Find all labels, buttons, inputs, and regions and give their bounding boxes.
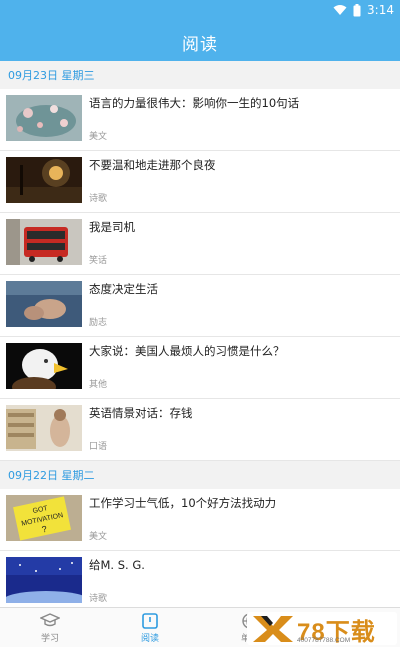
list-item[interactable]: 英语情景对话：存钱 口语 xyxy=(0,399,400,461)
list-item[interactable]: 我是司机 笑话 xyxy=(0,213,400,275)
tab-study[interactable]: 学习 xyxy=(0,608,100,647)
article-title: 语言的力量很伟大：影响你一生的10句话 xyxy=(89,96,300,110)
article-tag: 励志 xyxy=(89,318,108,328)
article-tag: 美文 xyxy=(89,132,108,142)
article-title: 工作学习士气低，10个好方法找动力 xyxy=(89,496,277,510)
article-list[interactable]: 09月23日 星期三 语言的力量很伟大：影响你一生的10句话 美文 不要温和地走… xyxy=(0,61,400,607)
article-tag: 诗歌 xyxy=(89,194,108,204)
article-thumbnail xyxy=(6,281,82,327)
article-title: 给M. S. G. xyxy=(89,558,145,572)
article-thumbnail: GOT MOTIVATION ? xyxy=(6,495,82,541)
article-tag: 口语 xyxy=(89,442,108,452)
article-title: 我是司机 xyxy=(89,220,135,234)
tab-label: 学习 xyxy=(40,634,59,644)
article-title: 英语情景对话：存钱 xyxy=(89,406,193,420)
article-title: 大家说：美国人最烦人的习惯是什么？ xyxy=(89,344,285,358)
article-thumbnail xyxy=(6,405,82,451)
status-bar: 3:14 xyxy=(0,0,400,22)
article-tag: 其他 xyxy=(89,380,108,390)
article-thumbnail xyxy=(6,343,82,389)
list-item[interactable]: GOT MOTIVATION ? 工作学习士气低，10个好方法找动力 美文 xyxy=(0,489,400,551)
app-bar: 阅读 xyxy=(0,22,400,61)
date-header: 09月22日 星期二 xyxy=(0,461,400,489)
article-thumbnail xyxy=(6,95,82,141)
article-thumbnail xyxy=(6,219,82,265)
article-title: 态度决定生活 xyxy=(89,282,158,296)
list-item[interactable]: 态度决定生活 励志 xyxy=(0,275,400,337)
article-tag: 诗歌 xyxy=(89,594,108,604)
status-time: 3:14 xyxy=(367,3,394,17)
book-icon xyxy=(142,613,158,629)
tab-label: 阅读 xyxy=(140,634,159,644)
article-tag: 美文 xyxy=(89,532,108,542)
list-item[interactable]: 大家说：美国人最烦人的习惯是什么？ 其他 xyxy=(0,337,400,399)
page-title: 阅读 xyxy=(182,35,218,55)
list-item[interactable]: 给M. S. G. 诗歌 xyxy=(0,551,400,607)
battery-icon xyxy=(353,3,361,16)
list-item[interactable]: 不要温和地走进那个良夜 诗歌 xyxy=(0,151,400,213)
date-header: 09月23日 星期三 xyxy=(0,61,400,89)
watermark: 78下载 4007787788.COM xyxy=(247,612,397,646)
article-title: 不要温和地走进那个良夜 xyxy=(89,158,216,172)
article-tag: 笑话 xyxy=(89,256,108,266)
watermark-url: 4007787788.COM xyxy=(297,637,351,644)
graduation-cap-icon xyxy=(40,613,60,627)
list-item[interactable]: 语言的力量很伟大：影响你一生的10句话 美文 xyxy=(0,89,400,151)
article-thumbnail xyxy=(6,157,82,203)
tab-reading[interactable]: 阅读 xyxy=(100,608,200,647)
wifi-icon xyxy=(333,5,347,15)
x-logo-icon xyxy=(253,616,293,642)
article-thumbnail xyxy=(6,557,82,603)
